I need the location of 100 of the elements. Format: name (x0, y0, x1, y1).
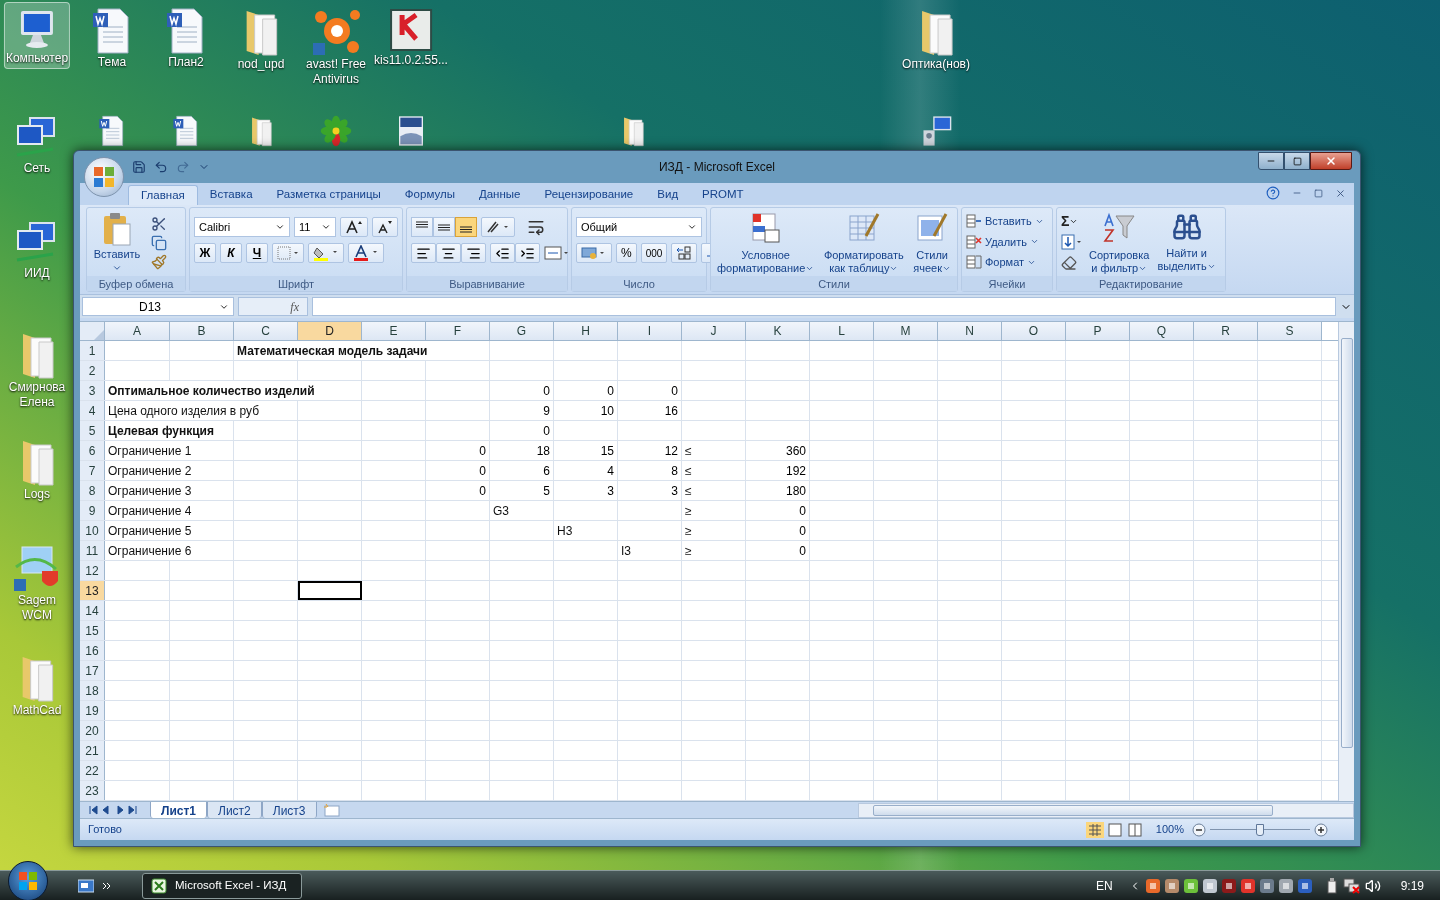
table-cell[interactable]: Ограничение 1 (105, 441, 234, 460)
merge-cells-icon[interactable] (544, 245, 570, 261)
fill-color-icon[interactable] (313, 245, 339, 261)
tray-icon[interactable] (1182, 877, 1199, 894)
save-icon[interactable] (132, 160, 146, 174)
table-cell[interactable]: Цена одного изделия в руб (105, 401, 298, 420)
desktop-icon[interactable]: kis11.0.2.55... (372, 2, 450, 71)
font-name-field[interactable]: Calibri (194, 217, 290, 237)
column-header[interactable]: B (170, 322, 234, 340)
maximize-button[interactable] (1284, 152, 1310, 170)
column-header[interactable]: L (810, 322, 874, 340)
desktop-icon[interactable]: Тема (88, 2, 136, 73)
table-cell[interactable]: 0 (618, 381, 682, 400)
restore-icon[interactable] (1314, 188, 1323, 198)
table-cell[interactable]: 6 (490, 461, 554, 480)
vertical-align-button[interactable] (411, 217, 433, 237)
align-left-icon[interactable] (416, 245, 431, 261)
cut-icon[interactable] (151, 216, 167, 232)
row-header[interactable]: 3 (80, 381, 105, 400)
shrink-font-icon[interactable] (377, 220, 393, 234)
zoom-slider[interactable] (1210, 822, 1310, 837)
grow-font-icon[interactable] (345, 220, 363, 234)
table-cell[interactable]: Целевая функция (105, 421, 234, 440)
tray-icon[interactable] (1296, 877, 1313, 894)
table-cell[interactable]: 0 (554, 381, 618, 400)
column-header[interactable]: N (938, 322, 1002, 340)
table-cell[interactable]: 0 (490, 381, 554, 400)
function-label[interactable]: fx (290, 297, 299, 316)
ribbon-tab[interactable]: Рецензирование (532, 185, 646, 205)
tray-icon[interactable] (1277, 877, 1294, 894)
network-status-icon[interactable] (1342, 877, 1361, 894)
sum-button[interactable]: Σ (1061, 213, 1070, 229)
language-indicator[interactable]: EN (1095, 876, 1113, 895)
column-header[interactable]: M (874, 322, 938, 340)
brush-icon[interactable] (151, 254, 167, 270)
row-header[interactable]: 13 (80, 581, 105, 600)
row-header[interactable]: 21 (80, 741, 105, 760)
horizontal-scrollbar[interactable] (858, 802, 1354, 818)
active-cell[interactable] (298, 581, 362, 600)
minimize-button[interactable] (1258, 152, 1284, 170)
table-cell[interactable]: 180 (746, 481, 810, 500)
table-cell[interactable]: Ограничение 4 (105, 501, 234, 520)
row-header[interactable]: 6 (80, 441, 105, 460)
volume-icon[interactable] (1364, 877, 1381, 894)
style-button[interactable]: Условное форматирование (715, 212, 817, 275)
zoom-out-icon[interactable] (1192, 822, 1206, 837)
ribbon-tab[interactable]: PROMT (690, 185, 756, 205)
column-header[interactable]: Q (1130, 322, 1194, 340)
thousands-button[interactable]: 000 (640, 243, 668, 263)
table-cell[interactable]: 12 (618, 441, 682, 460)
help-icon[interactable] (1266, 186, 1280, 200)
tray-icon[interactable] (1163, 877, 1180, 894)
column-header[interactable]: S (1258, 322, 1322, 340)
style-button[interactable]: Форматировать как таблицу (821, 212, 906, 275)
table-cell[interactable]: ≤ (682, 481, 746, 500)
table-cell[interactable]: 0 (746, 541, 810, 560)
align-center-icon[interactable] (441, 245, 456, 261)
zoom-in-icon[interactable] (1314, 822, 1328, 837)
ribbon-tab[interactable]: Формулы (392, 185, 467, 205)
undo-icon[interactable] (154, 160, 168, 174)
row-header[interactable]: 18 (80, 681, 105, 700)
bold-button[interactable]: Ж (194, 243, 216, 263)
power-icon[interactable] (1324, 877, 1339, 894)
column-header[interactable]: H (554, 322, 618, 340)
table-cell[interactable]: Ограничение 5 (105, 521, 234, 540)
vertical-align-button[interactable] (433, 217, 455, 237)
table-cell[interactable]: 0 (426, 441, 490, 460)
increase-decimal-icon[interactable] (676, 246, 693, 260)
formula-field[interactable] (312, 297, 1336, 316)
editing-button[interactable]: Сортировка и фильтр (1087, 212, 1152, 275)
table-cell[interactable]: 0 (746, 521, 810, 540)
close-icon[interactable] (1335, 187, 1346, 199)
table-cell[interactable]: Математическая модель задачи (234, 341, 490, 360)
table-cell[interactable]: G3 (490, 501, 554, 520)
row-header[interactable]: 14 (80, 601, 105, 620)
column-header[interactable]: C (234, 322, 298, 340)
taskbar-button[interactable]: Microsoft Excel - ИЗД (142, 872, 302, 899)
column-header[interactable]: G (490, 322, 554, 340)
start-button[interactable] (8, 860, 48, 900)
table-cell[interactable]: 18 (490, 441, 554, 460)
close-button[interactable] (1310, 152, 1352, 170)
row-header[interactable]: 22 (80, 761, 105, 780)
table-cell[interactable]: 0 (426, 481, 490, 500)
sheet-tab[interactable]: Лист3 (261, 802, 317, 818)
chevron-icon[interactable] (102, 880, 112, 891)
table-cell[interactable]: H3 (554, 521, 618, 540)
show-desktop-icon[interactable] (78, 878, 94, 893)
table-cell[interactable]: ≥ (682, 521, 746, 540)
table-cell[interactable]: 16 (618, 401, 682, 420)
column-header[interactable]: E (362, 322, 426, 340)
row-header[interactable]: 23 (80, 781, 105, 800)
decrease-indent-icon[interactable] (495, 245, 510, 261)
desktop-icon[interactable]: nod_upd (235, 2, 287, 75)
row-header[interactable]: 1 (80, 341, 105, 360)
row-header[interactable]: 8 (80, 481, 105, 500)
tray-icon[interactable] (1220, 877, 1237, 894)
table-cell[interactable]: ≤ (682, 441, 746, 460)
desktop-icon[interactable]: Сеть (11, 110, 63, 179)
row-header[interactable]: 20 (80, 721, 105, 740)
zoom-thumb[interactable] (1256, 823, 1264, 836)
